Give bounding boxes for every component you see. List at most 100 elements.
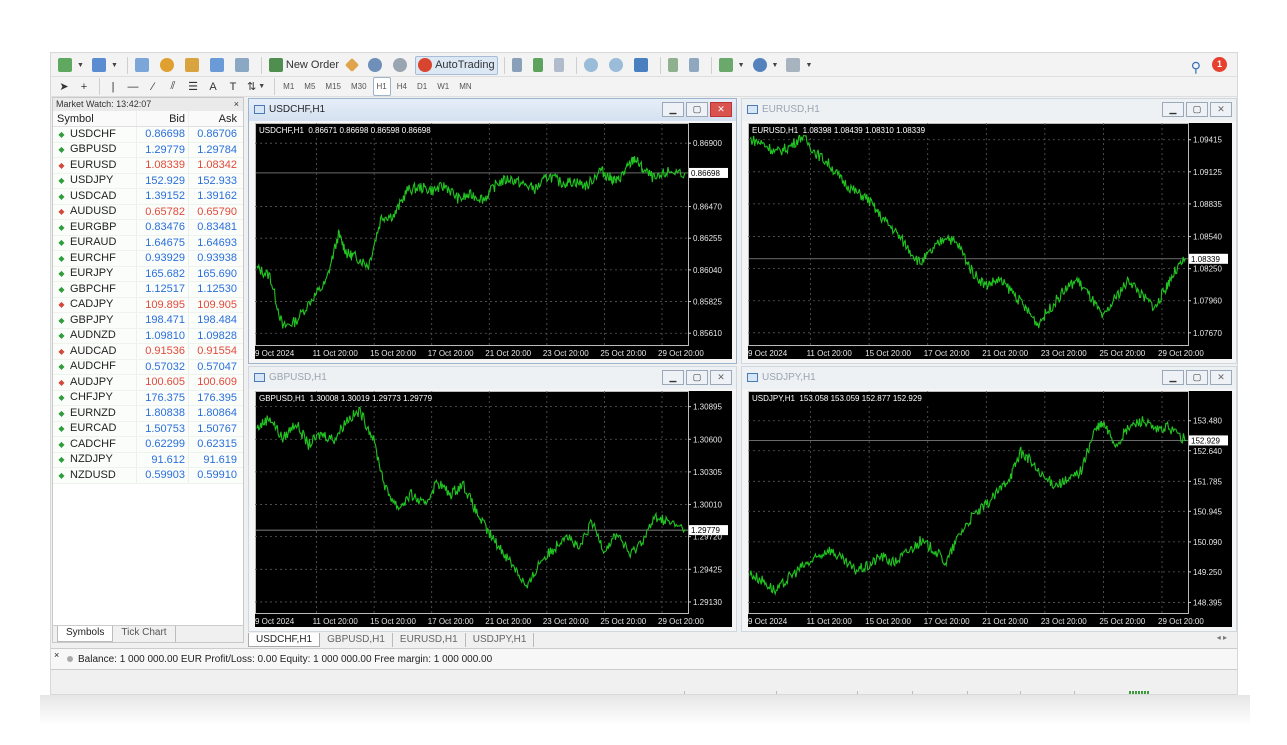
indicators-button[interactable]: ▼ [716, 56, 748, 75]
price-chart[interactable]: 0.86900 0.86698 0.86470 0.86255 0.86040 0.858… [255, 123, 732, 359]
templates-button[interactable]: ▼ [783, 56, 815, 75]
timeframe-h1[interactable]: H1 [372, 77, 391, 96]
market-watch-row[interactable]: ◆ AUDCHF 0.57032 0.57047 [53, 359, 243, 375]
market-watch-row[interactable]: ◆ CHFJPY 176.375 176.395 [53, 390, 243, 406]
candlestick-button[interactable] [530, 56, 549, 75]
market-button[interactable] [390, 56, 413, 75]
tab-tick-chart[interactable]: Tick Chart [113, 626, 176, 642]
column-bid[interactable]: Bid [136, 111, 188, 126]
market-watch-row[interactable]: ◆ CADCHF 0.62299 0.62315 [53, 437, 243, 453]
market-watch-row[interactable]: ◆ GBPCHF 1.12517 1.12530 [53, 282, 243, 298]
chart-tab-gbpusd[interactable]: GBPUSD,H1 [320, 633, 393, 647]
periods-button[interactable]: ▼ [750, 56, 782, 75]
fibonacci-button[interactable]: ☰ [184, 77, 202, 96]
signals-button[interactable] [365, 56, 388, 75]
market-watch-row[interactable]: ◆ AUDNZD 1.09810 1.09828 [53, 328, 243, 344]
close-icon[interactable]: × [54, 649, 59, 661]
timeframe-m15[interactable]: M15 [321, 77, 345, 96]
search-icon[interactable]: ⚲ [1191, 59, 1201, 76]
close-icon[interactable]: ✕ [710, 102, 732, 117]
market-watch-row[interactable]: ◆ USDCHF 0.86698 0.86706 [53, 127, 243, 143]
cursor-button[interactable]: ➤ [55, 77, 73, 96]
horizontal-line-button[interactable]: — [124, 77, 142, 96]
close-icon[interactable]: ✕ [710, 370, 732, 385]
market-watch-row[interactable]: ◆ CADJPY 109.895 109.905 [53, 297, 243, 313]
market-watch-button[interactable] [132, 56, 155, 75]
chart-window-title[interactable]: GBPUSD,H1 ▁ ▢ ✕ [249, 367, 736, 389]
minimize-icon[interactable]: ▁ [662, 370, 684, 385]
timeframe-d1[interactable]: D1 [413, 77, 431, 96]
new-chart-button[interactable]: ▼ [55, 56, 87, 75]
maximize-icon[interactable]: ▢ [686, 370, 708, 385]
profiles-button[interactable]: ▼ [89, 56, 121, 75]
price-chart[interactable]: 1.308951.306001.303051.300101.297791.297… [255, 391, 732, 627]
navigator-button[interactable] [157, 56, 180, 75]
timeframe-w1[interactable]: W1 [433, 77, 453, 96]
arrows-button[interactable]: ⇅ ▼ [244, 77, 268, 96]
market-watch-row[interactable]: ◆ AUDCAD 0.91536 0.91554 [53, 344, 243, 360]
maximize-icon[interactable]: ▢ [1186, 370, 1208, 385]
chart-window-title[interactable]: EURUSD,H1 ▁ ▢ ✕ [742, 99, 1236, 121]
text-button[interactable]: A [204, 77, 222, 96]
vertical-line-button[interactable]: | [104, 77, 122, 96]
maximize-icon[interactable]: ▢ [1186, 102, 1208, 117]
zoom-out-button[interactable] [606, 56, 629, 75]
text-label-button[interactable]: T [224, 77, 242, 96]
price-chart[interactable]: 1.09415 1.09125 1.08835 1.08540 1.083391.082… [748, 123, 1232, 359]
close-icon[interactable]: ✕ [1210, 102, 1232, 117]
autoscroll-button[interactable] [665, 56, 684, 75]
data-window-button[interactable] [182, 56, 205, 75]
price-chart[interactable]: 153.480 152.929 152.640 151.785 150.945 150.0… [748, 391, 1232, 627]
chart-window-usdchf[interactable]: USDCHF,H1 ▁ ▢ ✕ 0.86900 0.86698 0.86470 0.86255… [248, 98, 737, 364]
terminal-button[interactable] [207, 56, 230, 75]
tile-windows-button[interactable] [631, 56, 654, 75]
market-watch-row[interactable]: ◆ AUDUSD 0.65782 0.65790 [53, 204, 243, 220]
market-watch-row[interactable]: ◆ NZDUSD 0.59903 0.59910 [53, 468, 243, 484]
market-watch-row[interactable]: ◆ USDJPY 152.929 152.933 [53, 173, 243, 189]
market-watch-row[interactable]: ◆ EURCAD 1.50753 1.50767 [53, 421, 243, 437]
line-chart-button[interactable] [551, 56, 570, 75]
chart-window-title[interactable]: USDJPY,H1 ▁ ▢ ✕ [742, 367, 1236, 389]
tab-scroll-arrows[interactable]: ◂ ▸ [1217, 633, 1227, 642]
notifications-icon[interactable]: 1 [1212, 57, 1227, 72]
chart-window-gbpusd[interactable]: GBPUSD,H1 ▁ ▢ ✕ 1.30895 1.30600 1.30305 1.30010… [248, 366, 737, 632]
zoom-in-button[interactable] [581, 56, 604, 75]
column-ask[interactable]: Ask [188, 111, 241, 126]
strategy-tester-button[interactable] [232, 56, 255, 75]
close-icon[interactable]: ✕ [1210, 370, 1232, 385]
channel-button[interactable]: ⫽ [164, 77, 182, 96]
market-watch-row[interactable]: ◆ NZDJPY 91.612 91.619 [53, 452, 243, 468]
chart-window-eurusd[interactable]: EURUSD,H1 ▁ ▢ ✕ 1.09415 1.09125 1.08835 1.08540… [741, 98, 1237, 364]
new-order-button[interactable]: New Order [266, 56, 342, 75]
autotrading-button[interactable]: AutoTrading [415, 55, 498, 75]
timeframe-m30[interactable]: M30 [347, 77, 371, 96]
trendline-button[interactable]: ⁄ [144, 77, 162, 96]
timeframe-m1[interactable]: M1 [279, 77, 298, 96]
market-watch-row[interactable]: ◆ EURCHF 0.93929 0.93938 [53, 251, 243, 267]
market-watch-row[interactable]: ◆ EURNZD 1.80838 1.80864 [53, 406, 243, 422]
column-symbol[interactable]: Symbol [53, 111, 136, 126]
minimize-icon[interactable]: ▁ [662, 102, 684, 117]
market-watch-row[interactable]: ◆ USDCAD 1.39152 1.39162 [53, 189, 243, 205]
chart-shift-button[interactable] [686, 56, 705, 75]
timeframe-mn[interactable]: MN [455, 77, 475, 96]
timeframe-m5[interactable]: M5 [300, 77, 319, 96]
crosshair-button[interactable]: + [75, 77, 93, 96]
chart-window-title[interactable]: USDCHF,H1 ▁ ▢ ✕ [249, 99, 736, 121]
chart-tab-usdchf[interactable]: USDCHF,H1 [248, 633, 321, 647]
market-watch-row[interactable]: ◆ AUDJPY 100.605 100.609 [53, 375, 243, 391]
metaeditor-button[interactable] [344, 56, 363, 75]
timeframe-h4[interactable]: H4 [393, 77, 411, 96]
minimize-icon[interactable]: ▁ [1162, 102, 1184, 117]
minimize-icon[interactable]: ▁ [1162, 370, 1184, 385]
chart-tab-eurusd[interactable]: EURUSD,H1 [393, 633, 466, 647]
market-watch-row[interactable]: ◆ EURJPY 165.682 165.690 [53, 266, 243, 282]
market-watch-row[interactable]: ◆ EURAUD 1.64675 1.64693 [53, 235, 243, 251]
tab-symbols[interactable]: Symbols [57, 626, 114, 642]
market-watch-row[interactable]: ◆ GBPJPY 198.471 198.484 [53, 313, 243, 329]
maximize-icon[interactable]: ▢ [686, 102, 708, 117]
market-watch-row[interactable]: ◆ EURUSD 1.08339 1.08342 [53, 158, 243, 174]
bar-chart-button[interactable] [509, 56, 528, 75]
market-watch-row[interactable]: ◆ EURGBP 0.83476 0.83481 [53, 220, 243, 236]
chart-window-usdjpy[interactable]: USDJPY,H1 ▁ ▢ ✕ 153.480 152.929 152.640 151.785… [741, 366, 1237, 632]
